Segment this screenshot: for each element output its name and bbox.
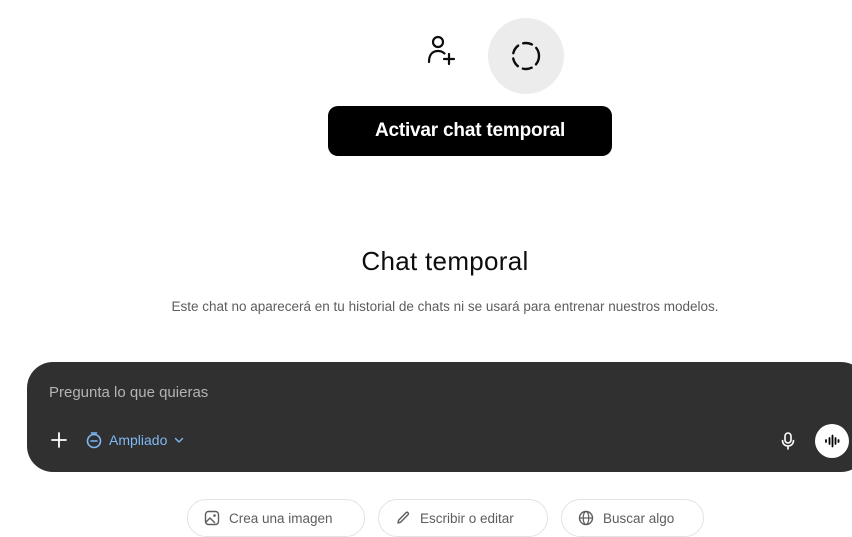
mode-selector[interactable]: Ampliado — [85, 428, 185, 452]
add-attachment-button[interactable] — [47, 428, 71, 452]
composer: Pregunta lo que quieras Ampliado — [27, 362, 852, 472]
suggestion-write-edit[interactable]: Escribir o editar — [378, 499, 548, 537]
plus-icon — [51, 432, 67, 448]
page-subtitle: Este chat no aparecerá en tu historial d… — [171, 299, 719, 314]
suggestion-chips: Crea una imagen Escribir o editar Buscar… — [0, 499, 852, 537]
suggestion-label: Escribir o editar — [420, 510, 514, 526]
image-icon — [204, 510, 220, 526]
timer-icon — [86, 432, 102, 449]
prompt-input[interactable]: Pregunta lo que quieras — [49, 384, 208, 401]
globe-icon — [578, 510, 594, 526]
suggestion-search[interactable]: Buscar algo — [561, 499, 704, 537]
suggestion-create-image[interactable]: Crea una imagen — [187, 499, 365, 537]
page: Activar chat temporal Chat temporal Este… — [0, 0, 852, 537]
temporary-chat-button[interactable] — [488, 18, 564, 94]
dictate-button[interactable] — [775, 428, 801, 454]
pencil-icon — [397, 511, 410, 524]
voice-mode-button[interactable] — [815, 424, 849, 458]
mode-label: Ampliado — [109, 432, 168, 448]
tooltip: Activar chat temporal — [328, 106, 612, 156]
dashed-circle-icon — [511, 41, 541, 71]
waveform-icon — [825, 434, 840, 448]
chevron-down-icon — [175, 437, 184, 443]
suggestion-label: Buscar algo — [603, 510, 675, 526]
suggestion-label: Crea una imagen — [229, 510, 333, 526]
add-people-button[interactable] — [416, 24, 466, 74]
microphone-icon — [781, 432, 795, 450]
person-plus-icon — [427, 35, 456, 66]
page-title: Chat temporal — [361, 246, 529, 276]
